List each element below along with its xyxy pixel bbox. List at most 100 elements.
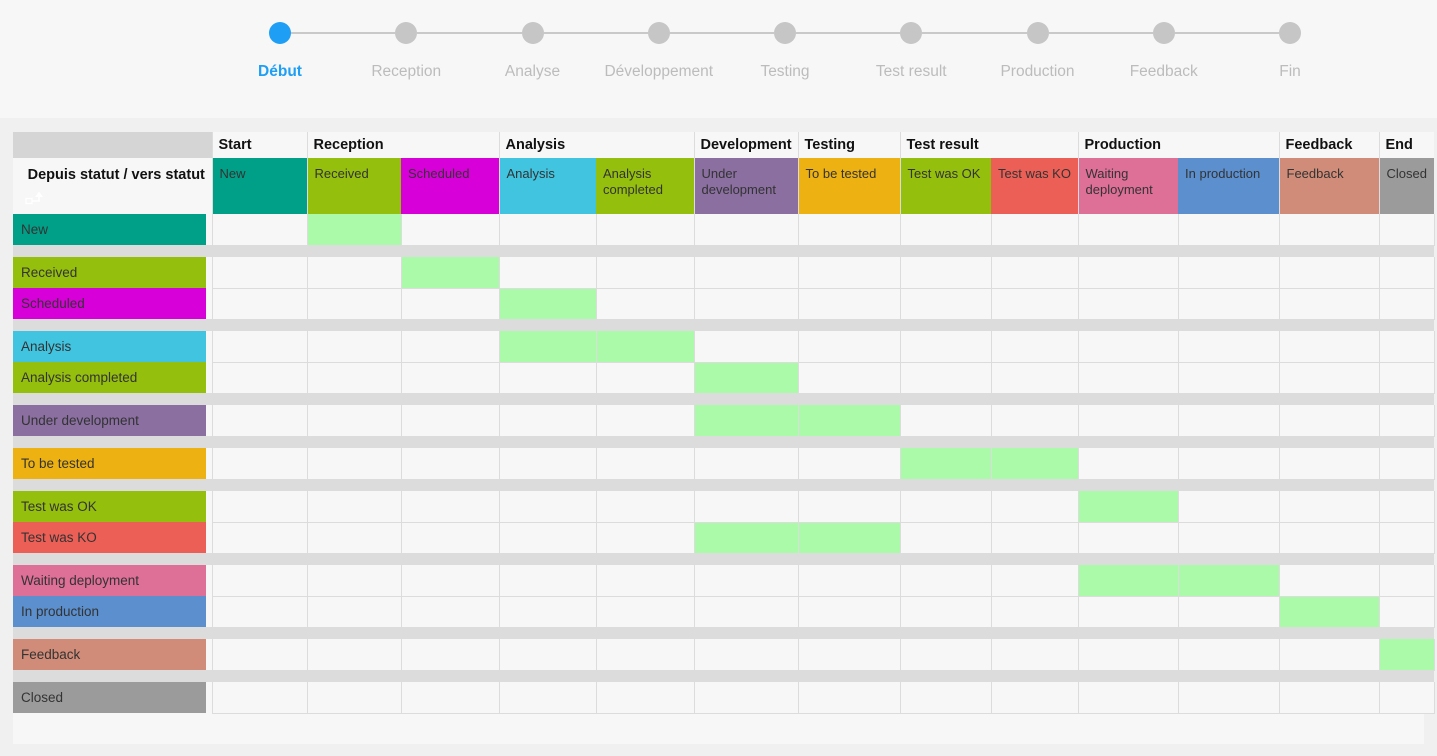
transition-cell-empty[interactable]	[990, 596, 1079, 628]
transition-cell-empty[interactable]	[1278, 522, 1380, 554]
transition-cell-empty[interactable]	[211, 405, 307, 437]
transition-cell-empty[interactable]	[899, 288, 991, 320]
transition-cell-empty[interactable]	[400, 565, 499, 597]
transition-cell-empty[interactable]	[306, 288, 401, 320]
transition-cell-empty[interactable]	[306, 682, 401, 714]
transition-cell-empty[interactable]	[400, 288, 499, 320]
transition-cell-empty[interactable]	[595, 596, 694, 628]
transition-cell-empty[interactable]	[595, 257, 694, 289]
transition-cell-empty[interactable]	[1177, 448, 1280, 480]
transition-cell-empty[interactable]	[1077, 288, 1179, 320]
status-column-header-closed[interactable]: Closed	[1378, 158, 1435, 214]
transition-cell-empty[interactable]	[693, 288, 798, 320]
transition-cell-empty[interactable]	[1278, 257, 1380, 289]
transition-cell-empty[interactable]	[797, 257, 900, 289]
transition-cell-empty[interactable]	[306, 522, 401, 554]
transition-cell-empty[interactable]	[693, 448, 798, 480]
transition-cell-empty[interactable]	[595, 565, 694, 597]
transition-cell-empty[interactable]	[693, 491, 798, 523]
transition-cell-empty[interactable]	[899, 362, 991, 394]
transition-cell-empty[interactable]	[1378, 596, 1435, 628]
transition-cell-empty[interactable]	[693, 331, 798, 363]
row-status-label-test-was-ok[interactable]: Test was OK	[13, 491, 206, 522]
transition-cell-empty[interactable]	[595, 288, 694, 320]
transition-cell-empty[interactable]	[1378, 491, 1435, 523]
transition-cell-empty[interactable]	[498, 639, 596, 671]
transition-cell-empty[interactable]	[211, 362, 307, 394]
transition-cell-empty[interactable]	[990, 491, 1079, 523]
transition-cell-empty[interactable]	[1177, 257, 1280, 289]
transition-cell-empty[interactable]	[400, 596, 499, 628]
status-column-header-test-was-ko[interactable]: Test was KO	[991, 158, 1079, 214]
transition-cell-empty[interactable]	[1177, 214, 1280, 246]
transition-cell-empty[interactable]	[693, 214, 798, 246]
transition-cell-empty[interactable]	[990, 405, 1079, 437]
transition-cell-empty[interactable]	[990, 362, 1079, 394]
transition-cell-allowed[interactable]	[1177, 565, 1280, 597]
transition-cell-allowed[interactable]	[1378, 639, 1435, 671]
transition-cell-empty[interactable]	[1077, 214, 1179, 246]
transition-cell-empty[interactable]	[990, 565, 1079, 597]
transition-cell-empty[interactable]	[498, 448, 596, 480]
transition-cell-empty[interactable]	[306, 331, 401, 363]
transition-cell-empty[interactable]	[1077, 448, 1179, 480]
transition-cell-empty[interactable]	[1278, 405, 1380, 437]
transition-cell-empty[interactable]	[400, 491, 499, 523]
transition-cell-empty[interactable]	[899, 214, 991, 246]
stepper-dot-icon[interactable]	[1279, 22, 1301, 44]
transition-cell-empty[interactable]	[797, 448, 900, 480]
transition-cell-empty[interactable]	[1278, 331, 1380, 363]
status-column-header-waiting-deployment[interactable]: Waiting deployment	[1077, 158, 1179, 214]
row-status-label-in-production[interactable]: In production	[13, 596, 206, 627]
transition-cell-empty[interactable]	[211, 596, 307, 628]
transition-cell-empty[interactable]	[1177, 491, 1280, 523]
transition-cell-empty[interactable]	[498, 565, 596, 597]
row-status-label-analysis[interactable]: Analysis	[13, 331, 206, 362]
transition-cell-empty[interactable]	[797, 639, 900, 671]
transition-cell-empty[interactable]	[595, 639, 694, 671]
transition-cell-empty[interactable]	[797, 596, 900, 628]
transition-cell-empty[interactable]	[1177, 331, 1280, 363]
transition-cell-empty[interactable]	[498, 214, 596, 246]
transition-cell-empty[interactable]	[990, 522, 1079, 554]
row-status-label-scheduled[interactable]: Scheduled	[13, 288, 206, 319]
transition-cell-allowed[interactable]	[693, 362, 798, 394]
transition-cell-empty[interactable]	[1077, 257, 1179, 289]
transition-cell-empty[interactable]	[990, 682, 1079, 714]
transition-cell-empty[interactable]	[899, 639, 991, 671]
transition-cell-empty[interactable]	[899, 257, 991, 289]
transition-cell-empty[interactable]	[1278, 448, 1380, 480]
transition-cell-allowed[interactable]	[797, 405, 900, 437]
transition-cell-empty[interactable]	[1077, 682, 1179, 714]
transition-cell-empty[interactable]	[400, 682, 499, 714]
transition-cell-empty[interactable]	[211, 522, 307, 554]
stepper-dot-icon[interactable]	[395, 22, 418, 44]
transition-cell-empty[interactable]	[1077, 522, 1179, 554]
transition-cell-allowed[interactable]	[899, 448, 991, 480]
transition-cell-empty[interactable]	[1278, 214, 1380, 246]
status-column-header-received[interactable]: Received	[306, 158, 401, 214]
transition-cell-empty[interactable]	[899, 565, 991, 597]
transition-cell-empty[interactable]	[306, 565, 401, 597]
transition-cell-empty[interactable]	[1278, 491, 1380, 523]
transition-cell-empty[interactable]	[400, 639, 499, 671]
status-column-header-scheduled[interactable]: Scheduled	[401, 158, 499, 214]
stepper-dot-icon[interactable]	[269, 22, 291, 44]
stepper-dot-icon[interactable]	[1152, 22, 1175, 44]
transition-cell-empty[interactable]	[400, 405, 499, 437]
stepper-dot-icon[interactable]	[774, 22, 796, 44]
transition-cell-empty[interactable]	[1378, 565, 1435, 597]
transition-cell-empty[interactable]	[1177, 362, 1280, 394]
row-status-label-under-development[interactable]: Under development	[13, 405, 206, 436]
transition-cell-empty[interactable]	[306, 639, 401, 671]
transition-cell-empty[interactable]	[306, 596, 401, 628]
transition-cell-allowed[interactable]	[990, 448, 1079, 480]
transition-cell-empty[interactable]	[797, 682, 900, 714]
transition-cell-empty[interactable]	[1278, 639, 1380, 671]
transition-cell-empty[interactable]	[1378, 362, 1435, 394]
transition-cell-empty[interactable]	[498, 682, 596, 714]
transition-cell-empty[interactable]	[899, 596, 991, 628]
transition-cell-empty[interactable]	[990, 639, 1079, 671]
status-column-header-to-be-tested[interactable]: To be tested	[797, 158, 900, 214]
stepper-dot-icon[interactable]	[900, 22, 923, 44]
